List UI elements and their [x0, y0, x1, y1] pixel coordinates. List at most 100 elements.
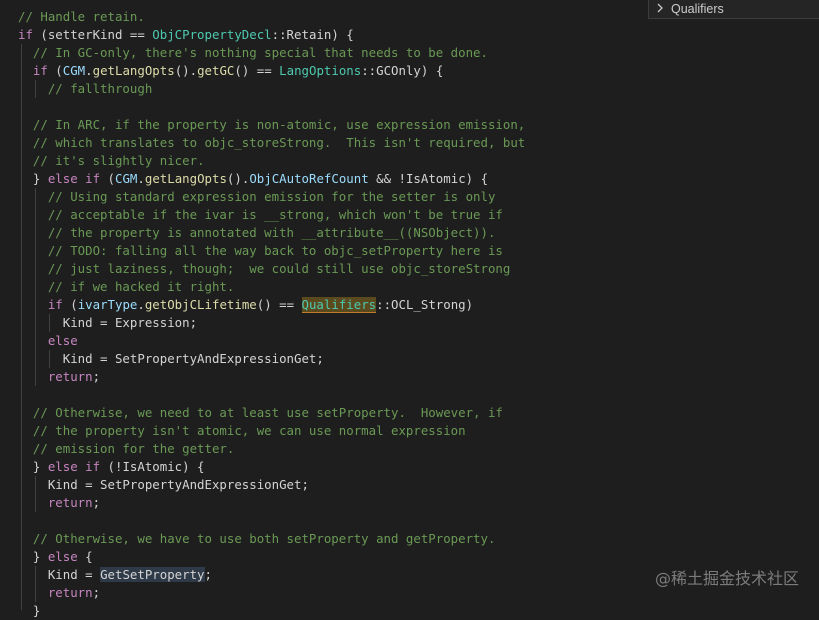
code-token: ::Retain) { [271, 27, 354, 42]
code-line: // TODO: falling all the way back to obj… [18, 242, 503, 260]
code-token: ::GCOnly) { [361, 63, 444, 78]
code-token: Qualifiers [301, 297, 377, 313]
code-line: // emission for the getter. [18, 440, 234, 458]
code-line: // fallthrough [18, 80, 152, 98]
code-token: // Otherwise, we need to at least use se… [18, 405, 503, 420]
code-token: if [32, 63, 48, 78]
code-line: Kind = SetPropertyAndExpressionGet; [18, 350, 324, 368]
code-token: } [18, 549, 48, 564]
code-token: Kind = SetPropertyAndExpressionGet; [18, 351, 324, 366]
code-line: if (CGM.getLangOpts().getGC() == LangOpt… [18, 62, 443, 80]
code-line: else [18, 332, 78, 350]
code-token: getLangOpts [144, 171, 227, 186]
code-token: // In GC-only, there's nothing special t… [18, 45, 488, 60]
code-token: LangOptions [279, 63, 362, 78]
code-token: { [77, 549, 93, 564]
code-line: } [18, 602, 40, 620]
code-line: // it's slightly nicer. [18, 152, 205, 170]
code-token: (). [226, 171, 250, 186]
code-line: // if we hacked it right. [18, 278, 235, 296]
code-token: return [47, 495, 93, 510]
code-token: getObjCLifetime [144, 297, 257, 312]
code-token: if [85, 171, 101, 186]
code-token: if [18, 27, 33, 42]
code-token: ( [47, 63, 63, 78]
code-token: // fallthrough [18, 81, 153, 96]
code-line: // the property isn't atomic, we can use… [18, 422, 466, 440]
code-token: else [47, 171, 78, 186]
find-widget[interactable]: Qualifiers [648, 0, 819, 19]
code-token: ( [62, 297, 78, 312]
code-token: else [47, 459, 78, 474]
code-line: Kind = Expression; [18, 314, 197, 332]
code-token: (setterKind == [32, 27, 153, 42]
code-token: ObjCAutoRefCount [249, 171, 369, 186]
find-widget-text: Qualifiers [671, 2, 724, 16]
watermark: @稀土掘金技术社区 [654, 569, 799, 588]
code-token: CGM [115, 171, 138, 186]
code-editor[interactable]: // Handle retain. if (setterKind == ObjCP… [0, 0, 819, 618]
code-token: else [47, 333, 78, 348]
code-line: // Otherwise, we have to use both setPro… [18, 530, 496, 548]
code-line: // Otherwise, we need to at least use se… [18, 404, 503, 422]
code-line: Kind = SetPropertyAndExpressionGet; [18, 476, 309, 494]
code-token: getLangOpts [92, 63, 175, 78]
code-token: (). [174, 63, 198, 78]
code-token: // TODO: falling all the way back to obj… [18, 243, 503, 258]
code-token: Kind = SetPropertyAndExpressionGet; [18, 477, 309, 492]
code-token: ; [92, 585, 101, 600]
code-token: // the property isn't atomic, we can use… [18, 423, 466, 438]
code-token: // Handle retain. [18, 9, 145, 24]
code-line: // which translates to objc_storeStrong.… [18, 134, 525, 152]
code-token: // if we hacked it right. [18, 279, 235, 294]
code-token: (!IsAtomic) { [100, 459, 205, 474]
code-line: // In ARC, if the property is non-atomic… [18, 116, 525, 134]
code-token: else [47, 549, 78, 564]
code-token: // In ARC, if the property is non-atomic… [18, 117, 526, 132]
code-token: // which translates to objc_storeStrong.… [18, 135, 526, 150]
code-line: // In GC-only, there's nothing special t… [18, 44, 488, 62]
code-line: if (ivarType.getObjCLifetime() == Qualif… [18, 296, 473, 314]
code-token: ( [100, 171, 115, 186]
code-token: () == [234, 63, 280, 78]
code-line: } else { [18, 548, 93, 566]
code-token: return [47, 369, 93, 384]
code-line: } else if (!IsAtomic) { [18, 458, 205, 476]
code-token: // emission for the getter. [18, 441, 235, 456]
code-token: } [18, 459, 48, 474]
code-token: GetSetProperty [100, 567, 205, 582]
code-line: return; [18, 494, 100, 512]
code-token: return [47, 585, 93, 600]
code-line: return; [18, 584, 100, 602]
chevron-right-icon[interactable] [649, 2, 671, 16]
code-token: // it's slightly nicer. [18, 153, 205, 168]
code-token: ::OCL_Strong) [376, 297, 474, 312]
code-token: // just laziness, though; we could still… [18, 261, 511, 276]
code-token: CGM [62, 63, 86, 78]
code-line: // acceptable if the ivar is __strong, w… [18, 206, 503, 224]
code-line: // just laziness, though; we could still… [18, 260, 511, 278]
code-token: if [47, 297, 63, 312]
code-token: ; [92, 369, 101, 384]
code-token: ivarType [77, 297, 138, 312]
code-token: // Otherwise, we have to use both setPro… [18, 531, 496, 546]
code-token: ObjCPropertyDecl [152, 27, 272, 42]
code-token: Kind = Expression; [18, 315, 198, 330]
code-line: if (setterKind == ObjCPropertyDecl::Reta… [18, 26, 354, 44]
code-token: ; [92, 495, 101, 510]
code-line: // Handle retain. [18, 8, 145, 26]
code-token: // Using standard expression emission fo… [18, 189, 496, 204]
code-token: . [137, 171, 145, 186]
code-line: // Using standard expression emission fo… [18, 188, 496, 206]
code-token: // the property is annotated with __attr… [18, 225, 496, 240]
code-token: Kind = [18, 567, 101, 582]
code-token: . [85, 63, 93, 78]
code-line: return; [18, 368, 100, 386]
code-token: . [137, 297, 145, 312]
